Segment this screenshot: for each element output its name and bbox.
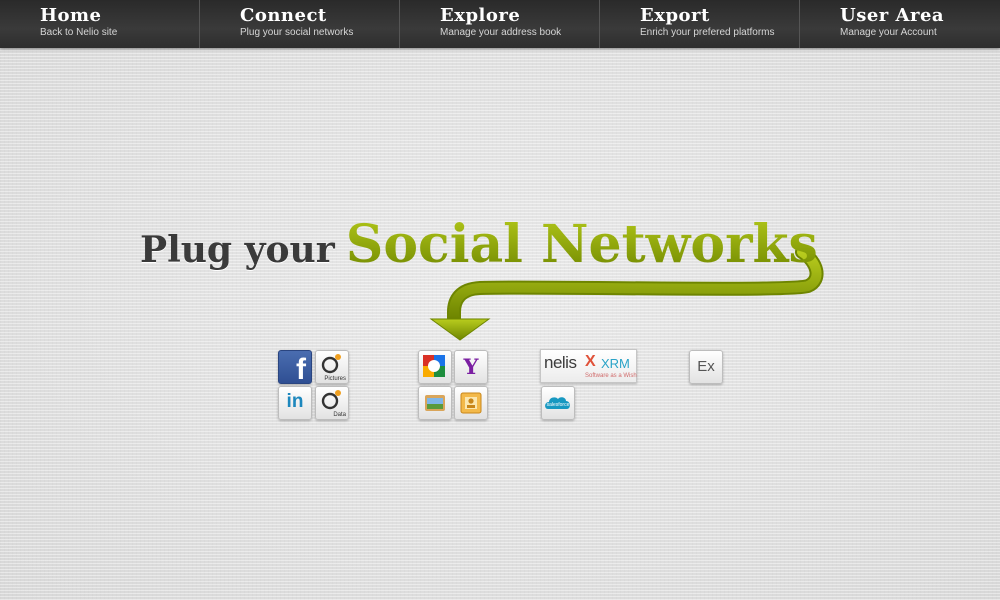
nav-explore-subtitle: Manage your address book <box>440 27 562 38</box>
nelio-logo-icon <box>321 354 341 374</box>
data-icon[interactable]: Data <box>315 386 349 420</box>
nav-export[interactable]: Export Enrich your prefered platforms <box>600 0 800 48</box>
windows-live-icon[interactable] <box>418 386 452 420</box>
salesforce-icon[interactable]: salesforce <box>541 386 575 420</box>
exchange-icon[interactable]: Ex <box>689 350 723 384</box>
yahoo-icon[interactable]: Y <box>454 350 488 384</box>
nav-export-title: Export <box>640 5 710 26</box>
hero-accent-text: Social Networks <box>345 214 818 275</box>
pictures-label: Pictures <box>324 376 346 382</box>
yahoo-glyph: Y <box>463 354 479 379</box>
nav-user-area[interactable]: User Area Manage your Account <box>800 0 1000 48</box>
exchange-glyph: Ex <box>697 358 715 375</box>
google-glyph-icon <box>423 355 445 377</box>
nav-explore[interactable]: Explore Manage your address book <box>400 0 600 48</box>
salesforce-label: salesforce <box>547 402 570 408</box>
nav-user-area-subtitle: Manage your Account <box>840 27 937 38</box>
nav-connect[interactable]: Connect Plug your social networks <box>200 0 400 48</box>
windows-live-glyph-icon <box>425 395 445 411</box>
nelio-logo-icon <box>321 390 341 410</box>
linkedin-glyph: in <box>286 391 304 412</box>
contact-card-glyph-icon <box>460 392 482 414</box>
facebook-icon[interactable]: f <box>278 350 312 384</box>
google-icon[interactable] <box>418 350 452 384</box>
top-navigation: Home Back to Nelio site Connect Plug you… <box>0 0 1000 48</box>
nelis-word: nelis <box>544 353 577 372</box>
nav-home-subtitle: Back to Nelio site <box>40 27 118 38</box>
outlook-contacts-icon[interactable] <box>454 386 488 420</box>
hero-lead-text: Plug your <box>140 229 335 271</box>
nelis-xrm-text: XRM <box>601 356 630 371</box>
linkedin-icon[interactable]: in <box>278 386 312 420</box>
nav-user-area-title: User Area <box>840 5 945 26</box>
salesforce-cloud-icon: salesforce <box>545 397 570 409</box>
nav-home[interactable]: Home Back to Nelio site <box>0 0 200 48</box>
nav-export-subtitle: Enrich your prefered platforms <box>640 27 775 38</box>
hero-heading: Plug your Social Networks <box>140 214 880 294</box>
nelis-tagline: Software as a Wish <box>585 373 637 379</box>
data-label: Data <box>333 412 346 418</box>
nav-connect-subtitle: Plug your social networks <box>240 27 354 38</box>
facebook-glyph: f <box>296 353 306 384</box>
nav-explore-title: Explore <box>440 5 521 26</box>
nelis-x-mark: X <box>585 353 596 370</box>
nav-home-title: Home <box>40 5 102 26</box>
nav-connect-title: Connect <box>240 5 327 26</box>
pictures-icon[interactable]: Pictures <box>315 350 349 384</box>
nelis-xrm-icon[interactable]: nelis X XRM Software as a Wish <box>540 349 637 383</box>
